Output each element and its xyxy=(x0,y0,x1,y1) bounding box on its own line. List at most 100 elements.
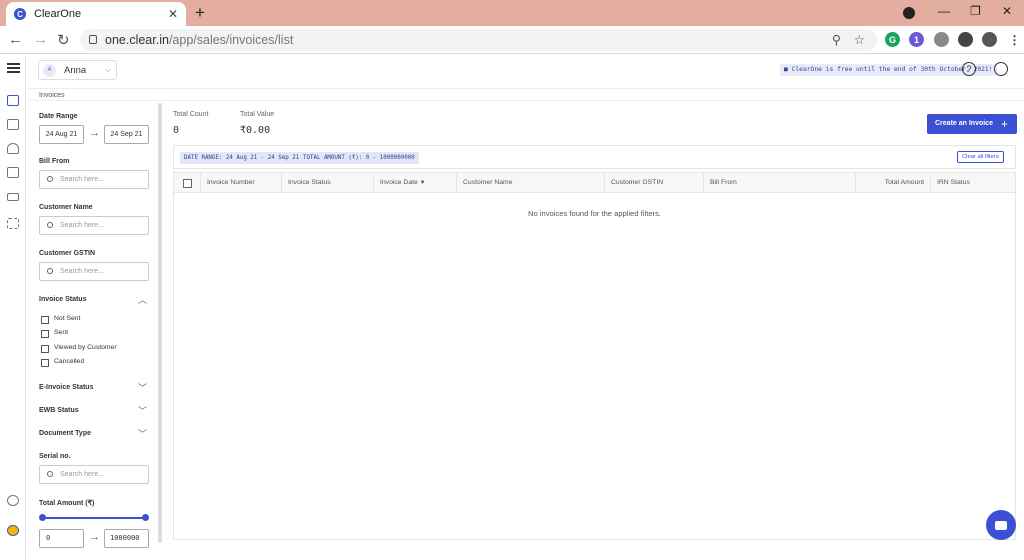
chevron-down-icon[interactable]: ﹀ xyxy=(138,427,147,440)
total-value-value: ₹0.00 xyxy=(240,125,271,136)
user-selector[interactable]: A Anna ⌵ xyxy=(38,60,117,80)
account-avatar-icon[interactable] xyxy=(982,32,997,47)
breadcrumb[interactable]: Invoices xyxy=(39,92,65,99)
status-option-label: Sent xyxy=(54,329,68,336)
status-option-label: Viewed by Customer xyxy=(54,344,117,351)
table-header: Invoice Number Invoice Status Invoice Da… xyxy=(174,173,1015,193)
minimize-icon[interactable]: — xyxy=(938,4,950,18)
column-total-amount[interactable]: Total Amount xyxy=(855,173,930,193)
column-irn-status[interactable]: IRN Status xyxy=(930,173,1015,193)
column-customer-name[interactable]: Customer Name xyxy=(456,173,604,193)
chevron-down-icon: ⌵ xyxy=(104,65,111,74)
sort-desc-icon: ▼ xyxy=(419,180,426,186)
url-field[interactable]: one.clear.in/app/sales/invoices/list ⚲ ☆ xyxy=(80,29,877,51)
chevron-down-icon[interactable]: ﹀ xyxy=(138,404,147,417)
serial-no-search-input[interactable]: Search here... xyxy=(39,465,149,484)
column-bill-from[interactable]: Bill From xyxy=(703,173,855,193)
users-icon[interactable] xyxy=(7,143,19,154)
profile-menu-icon[interactable] xyxy=(903,7,915,19)
menu-icon[interactable] xyxy=(7,63,20,65)
restore-icon[interactable]: ❐ xyxy=(970,4,981,18)
invoices-table: Invoice Number Invoice Status Invoice Da… xyxy=(173,172,1016,540)
help-icon[interactable]: ? xyxy=(962,62,976,76)
truck-icon[interactable] xyxy=(7,119,19,130)
tab-title: ClearOne xyxy=(34,8,82,20)
reload-icon[interactable]: ↻ xyxy=(57,31,70,49)
column-invoice-date[interactable]: Invoice Date ▼ xyxy=(373,173,456,193)
plus-icon: + xyxy=(1000,117,1008,131)
building-icon[interactable] xyxy=(7,167,19,178)
filters-scrollbar[interactable] xyxy=(158,103,162,543)
extension-badge-icon[interactable]: 1 xyxy=(909,32,924,47)
column-invoice-status[interactable]: Invoice Status xyxy=(281,173,373,193)
slider-max-handle[interactable] xyxy=(142,514,149,521)
back-icon[interactable]: ← xyxy=(8,31,23,48)
create-invoice-button[interactable]: Create an Invoice + xyxy=(927,114,1017,134)
amount-min-input[interactable]: 0 xyxy=(39,529,84,548)
arrow-right-icon: → xyxy=(89,531,100,543)
einvoice-status-label[interactable]: E-Invoice Status xyxy=(39,384,93,391)
bookmark-star-icon[interactable]: ☆ xyxy=(854,29,865,51)
arrow-right-icon: → xyxy=(89,127,100,139)
address-bar-area: ← → ↻ one.clear.in/app/sales/invoices/li… xyxy=(0,26,1024,54)
new-tab-icon[interactable]: + xyxy=(195,3,205,23)
total-count-label: Total Count xyxy=(173,111,209,118)
applied-filters-bar: DATE RANGE: 24 Aug 21 - 24 Sep 21 TOTAL … xyxy=(173,145,1016,169)
divider xyxy=(27,100,1024,101)
browser-tab[interactable]: C ClearOne ✕ xyxy=(6,2,186,26)
customer-gstin-label: Customer GSTIN xyxy=(39,250,96,257)
customer-name-search-input[interactable]: Search here... xyxy=(39,216,149,235)
chat-icon[interactable] xyxy=(986,510,1016,540)
forward-icon[interactable]: → xyxy=(33,31,48,48)
zoom-search-icon[interactable]: ⚲ xyxy=(832,29,841,51)
amount-range-slider[interactable] xyxy=(42,517,146,519)
date-range-label: Date Range xyxy=(39,113,78,120)
column-invoice-number[interactable]: Invoice Number xyxy=(200,173,281,193)
profile-icon[interactable] xyxy=(994,62,1008,76)
url-path: /app/sales/invoices/list xyxy=(168,33,294,47)
search-icon xyxy=(47,176,53,182)
status-option-label: Cancelled xyxy=(54,358,85,365)
sales-icon[interactable] xyxy=(7,95,19,106)
chevron-up-icon[interactable]: ︿ xyxy=(138,293,147,306)
amount-max-input[interactable]: 1000000 xyxy=(104,529,149,548)
select-all-checkbox[interactable] xyxy=(183,179,192,188)
close-window-icon[interactable]: ✕ xyxy=(1002,4,1012,18)
grammarly-extension-icon[interactable]: G xyxy=(885,32,900,47)
search-icon xyxy=(47,268,53,274)
document-type-label[interactable]: Document Type xyxy=(39,430,91,437)
empty-state-message: No invoices found for the applied filter… xyxy=(528,209,661,218)
select-all-cell xyxy=(174,173,200,193)
filter-chip-total-amount[interactable]: TOTAL AMOUNT (₹): 0 - 1000000000 xyxy=(299,152,419,164)
wallet-icon[interactable] xyxy=(7,193,19,201)
clear-all-filters-button[interactable]: Clear all filters xyxy=(957,151,1004,163)
total-count-value: 0 xyxy=(173,125,180,136)
eyedropper-extension-icon[interactable] xyxy=(934,32,949,47)
filter-chip-date-range[interactable]: DATE RANGE: 24 Aug 21 - 24 Sep 21 xyxy=(180,152,304,164)
date-to-input[interactable]: 24 Sep 21 xyxy=(104,125,149,144)
status-checkbox-cancelled[interactable] xyxy=(41,359,49,367)
customer-gstin-search-input[interactable]: Search here... xyxy=(39,262,149,281)
user-name: Anna xyxy=(64,64,87,76)
extensions-puzzle-icon[interactable] xyxy=(958,32,973,47)
slider-min-handle[interactable] xyxy=(39,514,46,521)
browser-menu-icon[interactable]: ⋮ xyxy=(1007,32,1022,47)
ewb-status-label[interactable]: EWB Status xyxy=(39,407,79,414)
status-option-label: Not Sent xyxy=(54,315,81,322)
chevron-down-icon[interactable]: ﹀ xyxy=(138,381,147,394)
customer-name-label: Customer Name xyxy=(39,204,93,211)
search-icon xyxy=(47,222,53,228)
column-customer-gstin[interactable]: Customer GSTIN xyxy=(604,173,703,193)
status-checkbox-viewed[interactable] xyxy=(41,345,49,353)
bill-from-search-input[interactable]: Search here... xyxy=(39,170,149,189)
clearone-favicon-icon: C xyxy=(14,8,26,20)
total-value-label: Total Value xyxy=(240,111,275,118)
sliders-icon[interactable] xyxy=(7,218,19,229)
invoice-status-label[interactable]: Invoice Status xyxy=(39,296,86,303)
logout-icon[interactable] xyxy=(7,495,19,506)
status-checkbox-sent[interactable] xyxy=(41,330,49,338)
mascot-icon[interactable] xyxy=(7,525,19,536)
date-from-input[interactable]: 24 Aug 21 xyxy=(39,125,84,144)
status-checkbox-not-sent[interactable] xyxy=(41,316,49,324)
close-tab-icon[interactable]: ✕ xyxy=(168,7,178,21)
